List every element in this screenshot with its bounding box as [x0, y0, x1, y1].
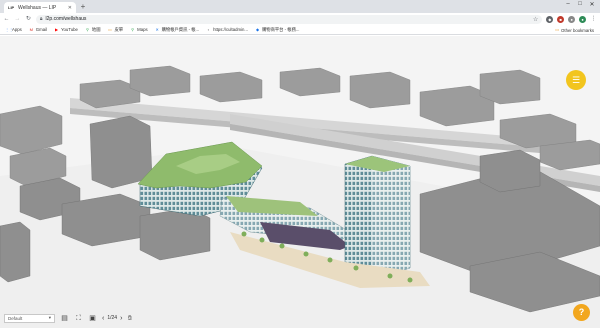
bookmark-maps[interactable]: ⚲ Maps	[130, 27, 148, 32]
next-arrow-icon[interactable]: ›	[120, 315, 122, 322]
plus-icon[interactable]: +	[79, 3, 87, 11]
other-bookmarks-label: Other bookmarks	[561, 27, 594, 33]
prev-arrow-icon[interactable]: ‹	[102, 315, 104, 322]
view-select-value: Default	[8, 315, 23, 321]
layers-icon[interactable]: ▤	[60, 314, 69, 323]
tab-title: Wellshaus — LIP	[18, 4, 57, 11]
menu-kebab-icon[interactable]: ⋮	[590, 15, 597, 23]
gmail-icon: M	[29, 27, 33, 32]
bookmark-folder[interactable]: ▭ 皮單	[108, 26, 124, 33]
extension-icon[interactable]: ●	[568, 15, 576, 23]
bookmark-account[interactable]: ✕ 購物帳戶資訊 - 帳...	[155, 27, 199, 33]
bookmark-icon: ✕	[155, 27, 159, 32]
lock-icon[interactable]: 🔒︎	[40, 16, 43, 22]
hand-pan-icon[interactable]: ✋︎	[125, 314, 134, 323]
bookmark-cultadmin[interactable]: ◐ https://cultadmin...	[206, 27, 248, 32]
url-text[interactable]: l2p.com/wellshaus	[46, 16, 530, 22]
apps-icon: ⋮⋮	[5, 27, 13, 32]
extension-icon[interactable]: ■	[557, 15, 565, 23]
bookmark-label: YouTube	[61, 27, 78, 32]
extension-icon[interactable]: ◆	[546, 15, 554, 23]
site-favicon-icon: LIP	[8, 5, 15, 10]
tab-strip: LIP Wellshaus — LIP ✕ + – □ ✕	[0, 0, 600, 13]
bookmark-label: Maps	[137, 27, 148, 32]
gallery-icon[interactable]: ▣	[88, 314, 97, 323]
brand-logo-icon: ☰	[566, 70, 586, 90]
maps-icon: ⚲	[131, 27, 135, 32]
chevron-down-icon: ▾	[48, 315, 51, 320]
profile-avatar-icon[interactable]: ●	[579, 15, 587, 23]
youtube-icon: ▶	[54, 27, 59, 32]
bookmark-label: 購物帳戶資訊 - 帳...	[161, 26, 200, 32]
bookmark-platform[interactable]: ◆ 購物商平台 - 帳務...	[255, 26, 300, 33]
bookmark-label: Apps	[12, 27, 22, 32]
minimize-icon[interactable]: –	[563, 1, 573, 7]
bookmark-label: 皮單	[114, 26, 124, 32]
back-icon[interactable]: ←	[3, 15, 10, 23]
page-indicator: 1/24	[107, 315, 118, 321]
window-close-icon[interactable]: ✕	[587, 1, 597, 8]
browser-tab[interactable]: LIP Wellshaus — LIP ✕	[4, 2, 76, 13]
maps-icon: ⚲	[85, 27, 89, 32]
address-bar[interactable]: 🔒︎ l2p.com/wellshaus ☆	[35, 14, 543, 24]
bookmark-apps[interactable]: ⋮⋮ Apps	[5, 27, 22, 32]
folder-icon: ▭	[108, 27, 112, 32]
bookmark-icon: ◐	[207, 27, 210, 32]
bookmark-icon: ◆	[255, 27, 260, 32]
help-icon[interactable]: ?	[573, 304, 590, 321]
bookmark-gmail[interactable]: M Gmail	[29, 27, 47, 32]
reload-icon[interactable]: ↻	[25, 15, 32, 23]
bookmark-label: 購物商平台 - 帳務...	[261, 26, 300, 32]
slide-pager: ‹ 1/24 › ✋︎	[102, 314, 134, 323]
bookmark-youtube[interactable]: ▶ YouTube	[54, 27, 78, 32]
browser-toolbar: ← → ↻ 🔒︎ l2p.com/wellshaus ☆ ◆ ■ ● ● ⋮	[0, 13, 600, 25]
star-icon[interactable]: ☆	[533, 16, 538, 23]
city-model-scene[interactable]	[0, 36, 600, 328]
viewer-controls: Default ▾ ▤ ⛶ ▣ ‹ 1/24 › ✋︎	[4, 311, 134, 325]
folder-icon: ▭	[554, 27, 560, 32]
bookmark-maps-zh[interactable]: ⚲ 地圖	[85, 27, 101, 33]
fullscreen-icon[interactable]: ⛶	[74, 314, 83, 323]
view-select[interactable]: Default ▾	[4, 313, 55, 323]
maximize-icon[interactable]: □	[575, 1, 585, 7]
tab-close-icon[interactable]: ✕	[68, 5, 72, 11]
bookmarks-bar: ⋮⋮ Apps M Gmail ▶ YouTube ⚲ 地圖 ▭ 皮單 ⚲ Maps ✕ 購物…	[0, 25, 600, 35]
bookmark-label: Gmail	[35, 27, 48, 32]
bookmark-label: 地圖	[91, 26, 101, 32]
bookmark-label: https://cultadmin...	[213, 27, 248, 32]
other-bookmarks[interactable]: ▭ Other bookmarks	[555, 27, 594, 33]
forward-icon[interactable]: →	[14, 15, 21, 23]
3d-model-viewport[interactable]: ☰	[0, 36, 600, 328]
